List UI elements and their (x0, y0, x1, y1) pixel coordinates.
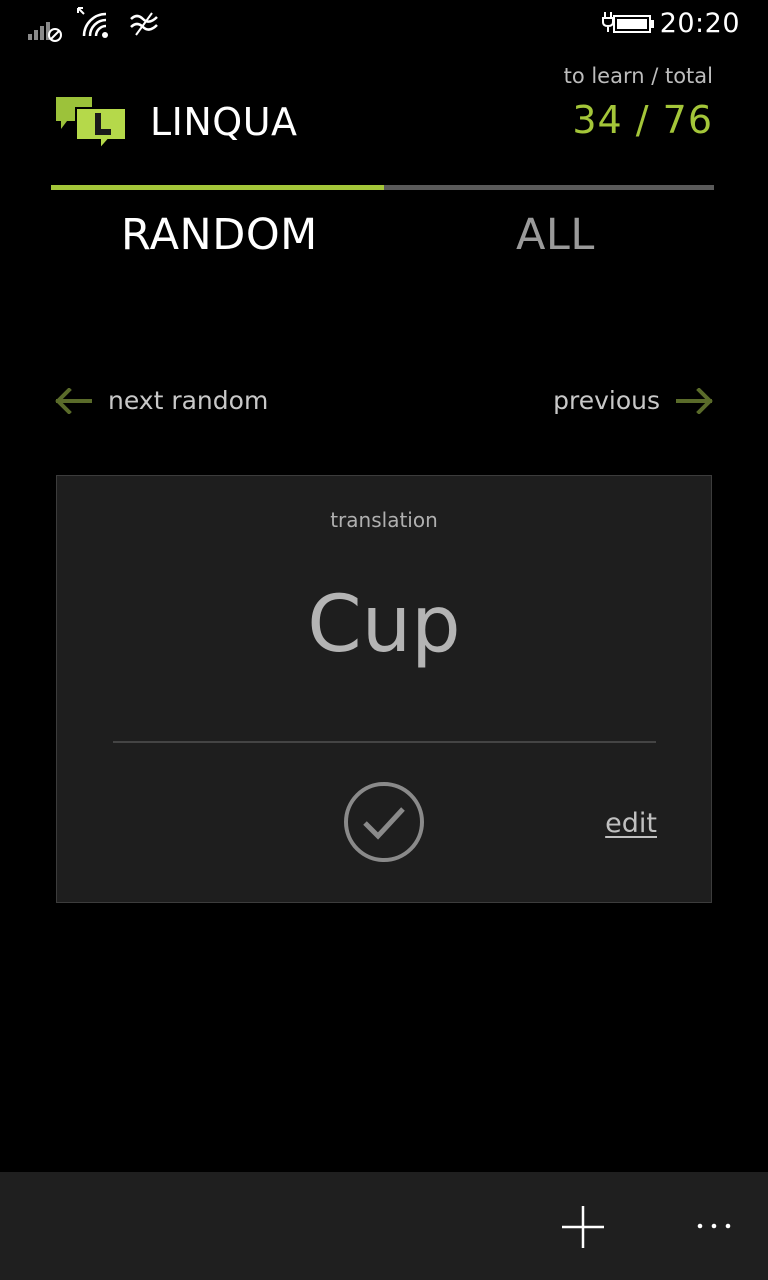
arrow-right-icon[interactable] (676, 388, 714, 414)
check-circle-icon[interactable] (343, 781, 425, 863)
words-counter: 34 / 76 (572, 98, 713, 142)
status-bar: 20:20 (0, 0, 768, 50)
card-word[interactable]: Cup (57, 580, 711, 670)
plus-icon[interactable] (560, 1204, 606, 1250)
linqua-logo-icon (56, 97, 127, 150)
tab-random[interactable]: RANDOM (121, 210, 318, 260)
card-label: translation (330, 508, 438, 532)
next-random-button[interactable]: next random (108, 386, 268, 415)
battery-charging-icon (602, 12, 654, 33)
arrow-left-icon[interactable] (54, 388, 92, 414)
network-sense-icon (130, 12, 158, 36)
edit-link[interactable]: edit (605, 808, 657, 839)
wifi-icon (77, 7, 108, 38)
tab-indicator (51, 185, 384, 190)
tab-all[interactable]: ALL (516, 210, 595, 260)
counter-label: to learn / total (563, 64, 713, 88)
app-bar (0, 1172, 768, 1280)
word-card: translation Cup edit (56, 475, 712, 903)
app-title: LINQUA (150, 100, 298, 144)
tab-indicator-track (51, 185, 714, 190)
status-time: 20:20 (659, 8, 740, 39)
previous-button[interactable]: previous (553, 386, 660, 415)
ellipsis-icon[interactable] (694, 1216, 734, 1236)
signal-icon (28, 22, 62, 42)
card-divider (113, 741, 656, 743)
